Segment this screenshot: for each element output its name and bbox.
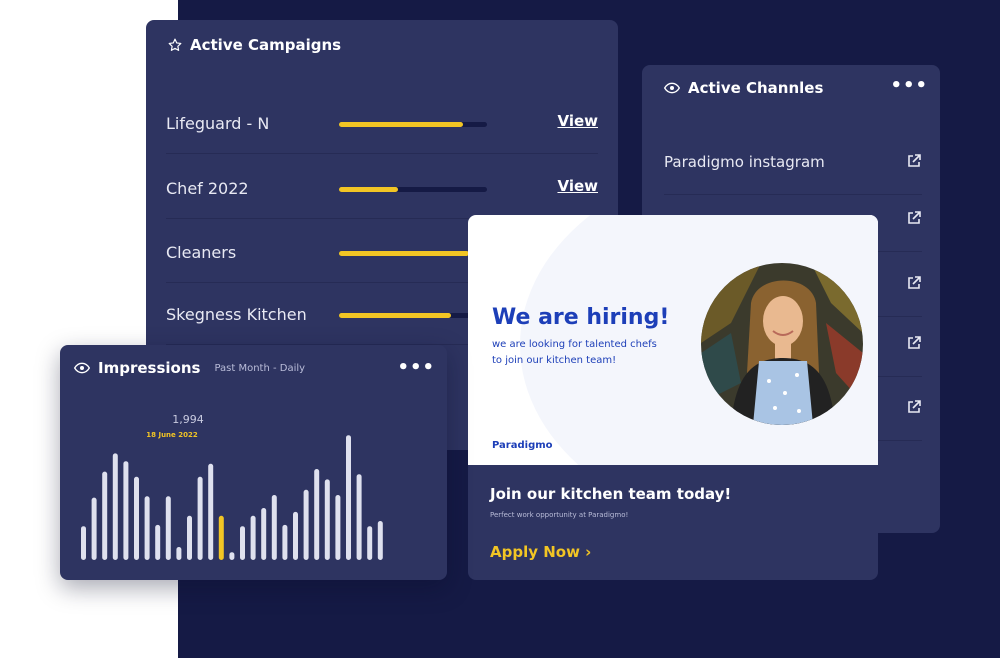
impressions-card: Impressions Past Month - Daily ••• 1,994… bbox=[60, 345, 447, 580]
campaign-progress-fill bbox=[339, 187, 399, 192]
impressions-header: Impressions Past Month - Daily bbox=[74, 359, 305, 377]
cta-title: Join our kitchen team today! bbox=[490, 485, 732, 503]
chart-bar[interactable] bbox=[229, 552, 235, 560]
campaign-name: Cleaners bbox=[166, 243, 237, 262]
external-link-icon[interactable] bbox=[906, 335, 922, 351]
campaign-progress-fill bbox=[339, 122, 464, 127]
highlighted-bar[interactable] bbox=[218, 515, 224, 560]
campaign-row: Chef 2022 View bbox=[166, 157, 598, 219]
chart-bar[interactable] bbox=[282, 524, 288, 560]
chart-bar[interactable] bbox=[303, 489, 309, 560]
campaign-progress-fill bbox=[339, 313, 452, 318]
impressions-subtitle: Past Month - Daily bbox=[214, 362, 306, 374]
chart-bar[interactable] bbox=[144, 496, 150, 560]
chef-photo bbox=[701, 263, 863, 425]
active-campaigns-title: Active Campaigns bbox=[190, 36, 342, 54]
chart-bar[interactable] bbox=[112, 453, 118, 560]
campaign-progress-bar bbox=[339, 251, 487, 256]
chart-bar[interactable] bbox=[240, 526, 245, 560]
chart-bar[interactable] bbox=[102, 471, 108, 560]
chart-bar[interactable] bbox=[261, 508, 267, 560]
more-options-icon[interactable]: ••• bbox=[890, 75, 928, 96]
active-campaigns-header: Active Campaigns bbox=[168, 36, 341, 54]
chart-bar[interactable] bbox=[356, 474, 362, 560]
hiring-card: We are hiring! we are looking for talent… bbox=[468, 215, 878, 580]
campaign-row: Lifeguard - N View bbox=[166, 92, 598, 154]
apply-now-link[interactable]: Apply Now › bbox=[490, 543, 591, 561]
chart-bar[interactable] bbox=[91, 497, 97, 560]
external-link-icon[interactable] bbox=[906, 275, 922, 291]
view-campaign-link[interactable]: View bbox=[557, 112, 598, 130]
active-channels-title: Active Channles bbox=[688, 79, 824, 97]
campaign-progress-bar bbox=[339, 187, 487, 192]
chart-bar[interactable] bbox=[377, 521, 383, 560]
brand-label: Paradigmo bbox=[492, 440, 553, 451]
eye-icon bbox=[74, 362, 90, 374]
highlight-value-label: 1,994 bbox=[172, 413, 204, 426]
hiring-subtext: we are looking for talented chefs to joi… bbox=[492, 339, 657, 366]
campaign-progress-fill bbox=[339, 251, 470, 256]
channel-row[interactable]: Paradigmo instagram bbox=[664, 135, 922, 195]
chart-bar[interactable] bbox=[81, 526, 86, 560]
chart-bar[interactable] bbox=[197, 476, 203, 560]
chart-bar[interactable] bbox=[335, 495, 341, 560]
chart-bar[interactable] bbox=[134, 476, 139, 560]
chart-bar[interactable] bbox=[123, 461, 129, 560]
chart-bar[interactable] bbox=[250, 515, 256, 560]
chart-bar[interactable] bbox=[324, 479, 330, 560]
campaign-name: Lifeguard - N bbox=[166, 114, 270, 133]
campaign-name: Chef 2022 bbox=[166, 179, 249, 198]
cta-subtitle: Perfect work opportunity at Paradigmo! bbox=[490, 511, 629, 519]
hiring-headline: We are hiring! bbox=[492, 305, 670, 330]
chart-bar[interactable] bbox=[208, 463, 214, 560]
external-link-icon[interactable] bbox=[906, 153, 922, 169]
chart-bar[interactable] bbox=[314, 469, 320, 560]
more-options-icon[interactable]: ••• bbox=[397, 357, 435, 378]
campaign-progress-bar bbox=[339, 122, 487, 127]
campaign-progress-bar bbox=[339, 313, 487, 318]
chart-bar[interactable] bbox=[367, 526, 373, 560]
hiring-banner: We are hiring! we are looking for talent… bbox=[468, 215, 878, 465]
chart-bar[interactable] bbox=[176, 547, 182, 560]
external-link-icon[interactable] bbox=[906, 210, 922, 226]
chart-bar[interactable] bbox=[271, 495, 277, 560]
impressions-title: Impressions bbox=[98, 359, 201, 377]
chart-bar[interactable] bbox=[346, 435, 351, 560]
view-campaign-link[interactable]: View bbox=[557, 177, 598, 195]
star-icon bbox=[168, 38, 182, 51]
chart-bar[interactable] bbox=[293, 511, 298, 560]
active-channels-header: Active Channles bbox=[664, 79, 823, 97]
external-link-icon[interactable] bbox=[906, 399, 922, 415]
eye-icon bbox=[664, 82, 680, 94]
chart-bar[interactable] bbox=[187, 515, 192, 560]
highlight-date-label: 18 June 2022 bbox=[146, 431, 198, 439]
campaign-name: Skegness Kitchen bbox=[166, 305, 307, 324]
row-divider bbox=[166, 153, 598, 154]
chart-bar[interactable] bbox=[165, 496, 171, 560]
impressions-chart: 1,994 18 June 2022 bbox=[81, 413, 383, 560]
chart-bar[interactable] bbox=[155, 524, 161, 560]
channel-name: Paradigmo instagram bbox=[664, 153, 825, 171]
